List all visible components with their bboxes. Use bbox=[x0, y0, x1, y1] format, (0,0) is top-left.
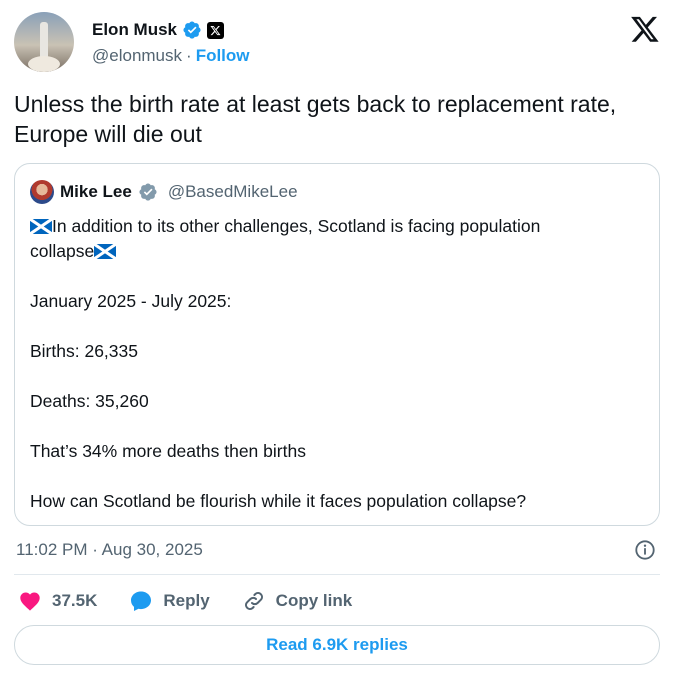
quoted-header: Mike Lee @BasedMikeLee bbox=[30, 180, 298, 204]
quoted-text-line1: In addition to its other challenges, Sco… bbox=[52, 216, 541, 236]
quoted-comparison: That’s 34% more deaths then births bbox=[30, 441, 306, 461]
quoted-text-line2: collapse bbox=[30, 241, 95, 261]
quoted-tweet[interactable]: Mike Lee @BasedMikeLee In addition to it… bbox=[14, 163, 660, 526]
reply-icon bbox=[131, 591, 152, 611]
like-count: 37.5K bbox=[52, 591, 98, 610]
like-button[interactable]: 37.5K bbox=[18, 589, 97, 613]
quoted-author-handle: @BasedMikeLee bbox=[167, 182, 298, 201]
info-icon[interactable] bbox=[634, 539, 656, 561]
quoted-line-1: In addition to its other challenges, Sco… bbox=[30, 214, 642, 239]
reply-button[interactable]: Reply bbox=[129, 589, 210, 613]
tweet-timestamp[interactable]: 11:02 PM · Aug 30, 2025 bbox=[16, 540, 203, 560]
actions-divider bbox=[14, 574, 660, 575]
heart-icon bbox=[20, 592, 40, 611]
tweet-header: Elon Musk @elonmusk · Follow bbox=[14, 12, 662, 72]
verified-badge-icon bbox=[183, 21, 201, 39]
quoted-deaths: Deaths: 35,260 bbox=[30, 391, 149, 411]
handle-separator: · bbox=[186, 46, 192, 65]
read-replies-button[interactable]: Read 6.9K replies bbox=[14, 625, 660, 665]
author-handle[interactable]: @elonmusk bbox=[92, 46, 182, 66]
avatar-rocket-shape bbox=[40, 22, 48, 60]
author-handle-row: @elonmusk · Follow bbox=[92, 46, 250, 66]
quoted-author-name: Mike Lee bbox=[60, 182, 132, 201]
scotland-flag-icon bbox=[94, 244, 117, 259]
quoted-avatar bbox=[30, 180, 54, 204]
copy-link-button[interactable]: Copy link bbox=[242, 589, 353, 613]
author-name-row: Elon Musk bbox=[92, 18, 225, 42]
quoted-question: How can Scotland be flourish while it fa… bbox=[30, 491, 527, 511]
follow-button[interactable]: Follow bbox=[196, 46, 250, 66]
author-name[interactable]: Elon Musk bbox=[92, 20, 177, 40]
avatar-plume-shape bbox=[28, 56, 60, 72]
scotland-flag-icon bbox=[30, 219, 52, 234]
action-bar: 37.5K Reply Copy link bbox=[18, 588, 384, 614]
copy-link-label: Copy link bbox=[275, 591, 353, 610]
x-logo-icon[interactable] bbox=[630, 14, 660, 44]
quoted-period: January 2025 - July 2025: bbox=[30, 291, 232, 311]
link-icon bbox=[244, 592, 263, 610]
tweet-text: Unless the birth rate at least gets back… bbox=[14, 91, 617, 147]
reply-label: Reply bbox=[163, 591, 210, 610]
quoted-body: In addition to its other challenges, Sco… bbox=[30, 214, 642, 514]
x-affiliate-icon bbox=[207, 21, 225, 39]
quoted-births: Births: 26,335 bbox=[30, 341, 138, 361]
author-avatar[interactable] bbox=[14, 12, 74, 72]
quoted-verified-gray-icon bbox=[139, 183, 157, 201]
quoted-line-2: collapse bbox=[30, 239, 642, 264]
